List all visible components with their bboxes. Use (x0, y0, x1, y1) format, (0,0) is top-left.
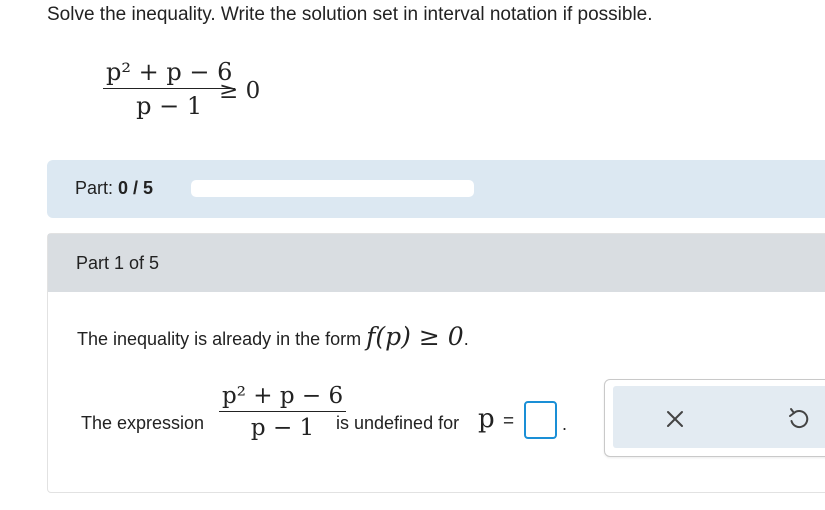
expression-label: The expression (81, 413, 205, 433)
problem-fraction: p² + p − 6 p − 1 (103, 58, 236, 120)
expression-denominator: p − 1 (250, 415, 315, 441)
undo-arrow-icon (789, 408, 809, 428)
undefined-label: is undefined for (336, 413, 460, 433)
progress-value: 0 / 5 (118, 178, 154, 198)
statement-math: f(p) ≥ 0 (366, 322, 464, 351)
clear-button[interactable] (660, 404, 690, 434)
answer-input[interactable] (524, 401, 557, 439)
close-x-icon (667, 411, 683, 427)
problem-denominator: p − 1 (136, 92, 203, 120)
part-statement: The inequality is already in the form f(… (77, 322, 469, 351)
progress-label: Part: 0 / 5 (75, 178, 153, 199)
part-title: Part 1 of 5 (76, 253, 160, 273)
sentence-period: . (562, 414, 568, 434)
progress-label-text: Part: (75, 178, 114, 198)
problem-prompt: Solve the inequality. Write the solution… (47, 4, 653, 25)
variable-p: p (478, 404, 495, 434)
expression-fraction: p² + p − 6 p − 1 (219, 383, 347, 441)
equals-sign: = (503, 411, 515, 432)
progress-track (191, 180, 474, 197)
problem-numerator: p² + p − 6 (103, 58, 236, 89)
undo-button[interactable] (783, 404, 813, 434)
part-card-header (48, 234, 825, 292)
expression-numerator: p² + p − 6 (219, 383, 347, 412)
statement-prefix: The inequality is already in the form (77, 329, 362, 349)
problem-relation: ≥ 0 (219, 78, 261, 104)
statement-suffix: . (463, 329, 469, 349)
